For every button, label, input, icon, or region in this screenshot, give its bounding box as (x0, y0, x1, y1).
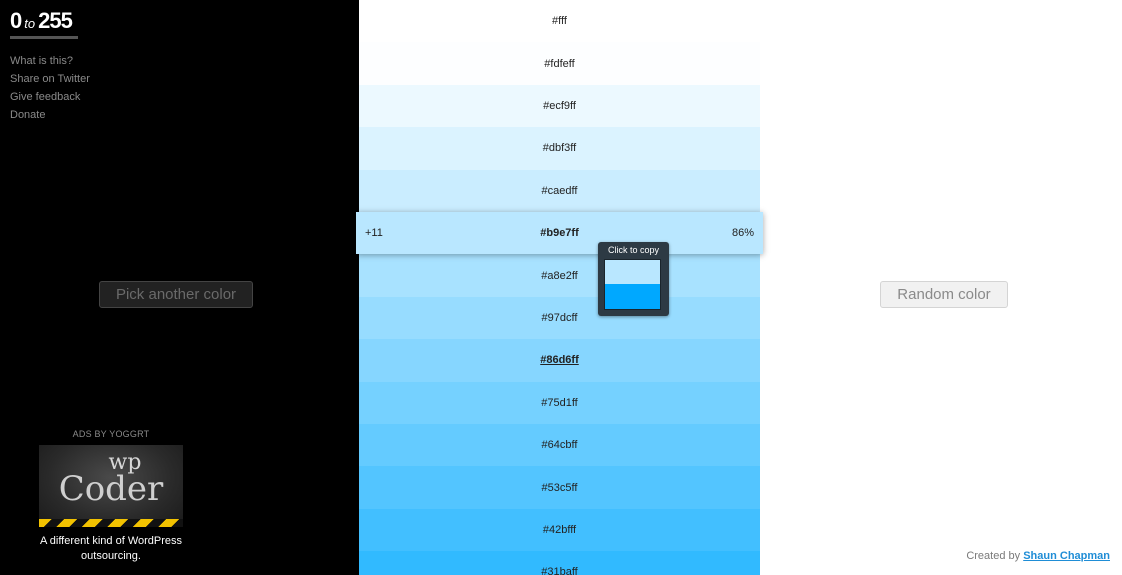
swatch-hex-label: #ecf9ff (543, 99, 576, 112)
sidebar-menu: What is this? Share on Twitter Give feed… (10, 52, 90, 124)
swatch-offset: +11 (365, 227, 383, 240)
pick-another-color-button[interactable]: Pick another color (99, 281, 253, 308)
swatch-row[interactable]: #75d1ff (359, 381, 760, 424)
swatch-hex-label: #dbf3ff (542, 142, 577, 155)
logo[interactable]: 0 to 255 (10, 8, 73, 37)
swatch-row[interactable]: #97dcff (359, 296, 760, 340)
swatch-hex-label: #53c5ff (541, 481, 578, 494)
swatch-row[interactable]: #fdfeff (359, 42, 760, 85)
swatch-row[interactable]: #64cbff (359, 424, 760, 467)
credit-prefix: Created by (966, 550, 1021, 562)
swatch-row[interactable]: #caedff (359, 169, 760, 212)
logo-to: to (24, 16, 36, 31)
swatch-hex-label: #b9e7ff (540, 227, 579, 240)
menu-item-feedback[interactable]: Give feedback (10, 88, 90, 106)
logo-underline (10, 36, 78, 39)
logo-zero: 0 (10, 8, 22, 33)
author-link[interactable]: Shaun Chapman (1023, 550, 1110, 562)
tooltip-preview-selected-color (605, 260, 660, 284)
swatch-hex-label: #fff (552, 15, 567, 28)
swatch-hex-label: #caedff (541, 184, 578, 197)
swatch-row[interactable]: #ecf9ff (359, 84, 760, 128)
menu-item-donate[interactable]: Donate (10, 106, 90, 124)
menu-item-share-twitter[interactable]: Share on Twitter (10, 70, 90, 88)
swatch-hex-label: #a8e2ff (541, 269, 578, 282)
swatch-hex-label: #64cbff (541, 439, 578, 452)
click-to-copy-tooltip[interactable]: Click to copy (598, 242, 669, 316)
random-color-button[interactable]: Random color (880, 281, 1008, 308)
swatch-row-original[interactable]: #86d6ff (359, 339, 760, 382)
swatch-hex-label: #fdfeff (544, 57, 575, 70)
ad-image[interactable]: wp Coder (39, 445, 183, 527)
swatch-row-selected[interactable]: +11 #b9e7ff 86% (356, 212, 763, 255)
page: 0 to 255 What is this? Share on Twitter Gi… (0, 0, 1122, 575)
swatch-hex-label: #97dcff (541, 311, 578, 324)
ad-label: ADS BY YOGGRT (72, 429, 150, 439)
swatch-row[interactable]: #fff (359, 0, 760, 43)
ad-image-stripes (39, 519, 183, 527)
color-swatch-list: #fff #fdfeff #ecf9ff #dbf3ff #caedff +11 #b9e7… (356, 0, 763, 575)
swatch-row[interactable]: #dbf3ff (359, 127, 760, 170)
ad-image-coder-text: Coder (58, 469, 164, 509)
left-sidebar: 0 to 255 What is this? Share on Twitter Gi… (0, 0, 359, 575)
swatch-hex-label: #75d1ff (541, 396, 578, 409)
tooltip-label: Click to copy (607, 245, 660, 255)
credit: Created by Shaun Chapman (966, 550, 1110, 562)
swatch-hex-label: #42bfff (542, 523, 577, 536)
swatch-row[interactable]: #a8e2ff (359, 254, 760, 297)
swatch-row[interactable]: #31baff (359, 551, 760, 575)
ad-text[interactable]: A different kind of WordPress outsourcin… (30, 534, 192, 564)
swatch-row[interactable]: #42bfff (359, 508, 760, 552)
swatch-row[interactable]: #53c5ff (359, 466, 760, 509)
tooltip-color-preview (604, 259, 661, 310)
swatch-hex-label: #86d6ff (540, 354, 579, 367)
logo-max: 255 (38, 8, 73, 33)
swatch-hex-label: #31baff (541, 566, 578, 575)
tooltip-preview-base-color (605, 283, 660, 309)
swatch-percent: 86% (731, 227, 754, 240)
menu-item-what-is-this[interactable]: What is this? (10, 52, 90, 70)
